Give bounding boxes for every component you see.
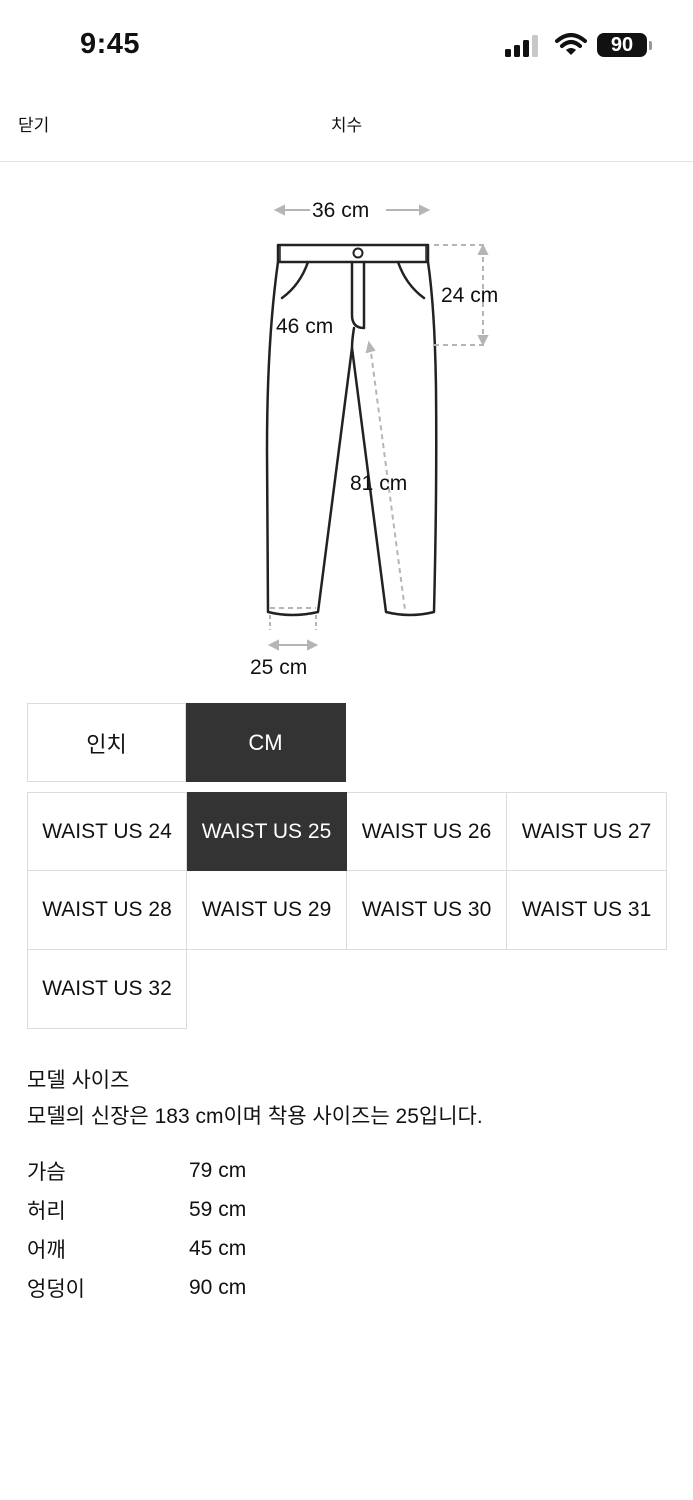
nav-bar: 치수 닫기 <box>0 95 693 162</box>
model-size-title: 모델 사이즈 <box>27 1069 130 1092</box>
measurement-row: 어깨 45 cm <box>27 1229 667 1268</box>
pants-outline <box>265 243 438 617</box>
size-option[interactable]: WAIST US 25 <box>187 792 347 871</box>
size-option[interactable]: WAIST US 28 <box>27 871 187 950</box>
model-size-description: 모델의 신장은 183 cm이며 착용 사이즈는 25입니다. <box>27 1105 483 1128</box>
model-size-section: 모델 사이즈 모델의 신장은 183 cm이며 착용 사이즈는 25입니다. 가… <box>27 1065 667 1307</box>
measurement-value: 90 cm <box>189 1275 247 1299</box>
unit-toggle: 인치 CM <box>27 703 347 782</box>
size-option[interactable]: WAIST US 32 <box>27 950 187 1029</box>
measurement-row: 엉덩이 90 cm <box>27 1268 667 1307</box>
signal-icon <box>505 35 538 57</box>
model-measurements: 가슴 79 cm 허리 59 cm 어깨 45 cm 엉덩이 90 cm <box>27 1151 667 1307</box>
close-button[interactable]: 닫기 <box>18 111 49 136</box>
measurement-label: 어깨 <box>27 1238 66 1262</box>
hip-width-label: 46 cm <box>276 315 333 338</box>
unit-inch-button[interactable]: 인치 <box>27 703 186 782</box>
size-option[interactable]: WAIST US 26 <box>347 792 507 871</box>
hem-width-label: 25 cm <box>250 656 307 679</box>
battery-cap <box>649 41 652 50</box>
status-bar: 9:45 90 <box>0 0 693 95</box>
waist-button <box>352 247 364 259</box>
measurement-label: 허리 <box>27 1199 66 1223</box>
measurement-label: 엉덩이 <box>27 1277 85 1301</box>
measurement-value: 45 cm <box>189 1236 247 1260</box>
page-title: 치수 <box>330 116 363 135</box>
size-option[interactable]: WAIST US 29 <box>187 871 347 950</box>
measurement-row: 허리 59 cm <box>27 1190 667 1229</box>
waist-width-label: 36 cm <box>312 199 369 222</box>
status-time: 9:45 <box>80 28 141 60</box>
size-option[interactable]: WAIST US 24 <box>27 792 187 871</box>
wifi-icon <box>555 33 587 55</box>
size-option[interactable]: WAIST US 31 <box>507 871 667 950</box>
inseam-label: 81 cm <box>350 472 407 495</box>
measurement-label: 가슴 <box>27 1160 66 1184</box>
unit-cm-button[interactable]: CM <box>186 703 346 782</box>
measurement-value: 59 cm <box>189 1197 247 1221</box>
pants-diagram: 36 cm 24 cm 46 cm 81 cm 25 cm <box>240 190 540 685</box>
battery-icon: 90 <box>597 33 647 57</box>
rise-label: 24 cm <box>441 284 498 307</box>
size-option[interactable]: WAIST US 27 <box>507 792 667 871</box>
measurement-value: 79 cm <box>189 1158 247 1182</box>
size-option[interactable]: WAIST US 30 <box>347 871 507 950</box>
status-icons: 90 <box>505 33 655 61</box>
measurement-row: 가슴 79 cm <box>27 1151 667 1190</box>
size-grid: WAIST US 24 WAIST US 25 WAIST US 26 WAIS… <box>27 792 667 1029</box>
